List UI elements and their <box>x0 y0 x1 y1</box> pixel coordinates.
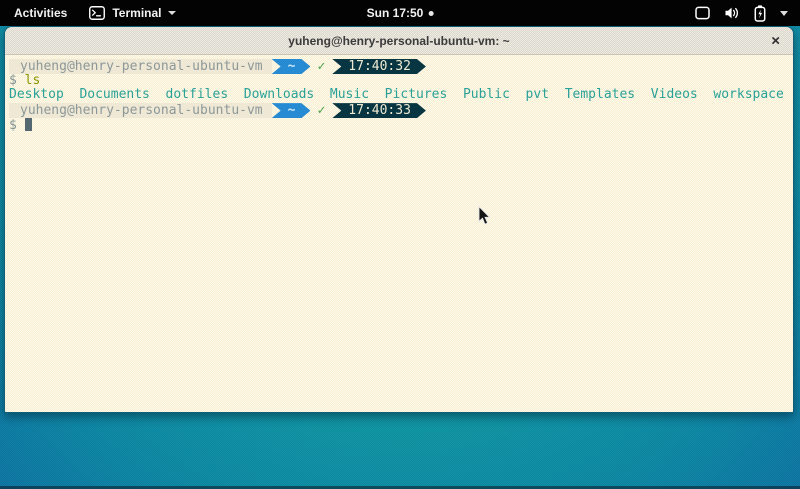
close-button[interactable]: × <box>771 33 780 48</box>
clock-button[interactable]: Sun 17:50 <box>367 6 434 20</box>
volume-icon <box>724 6 740 20</box>
notification-dot <box>428 11 433 16</box>
prompt-status-check-icon: ✓ <box>310 103 332 118</box>
top-bar: Activities Terminal Sun 17:50 <box>0 0 800 26</box>
terminal-app-icon <box>89 6 105 20</box>
display-icon <box>695 6 710 20</box>
prompt-user: yuheng@henry-personal-ubuntu-vm <box>9 103 272 118</box>
window-titlebar[interactable]: yuheng@henry-personal-ubuntu-vm: ~ × <box>5 27 793 55</box>
prompt-user: yuheng@henry-personal-ubuntu-vm <box>9 59 272 74</box>
prompt-status-check-icon: ✓ <box>310 59 332 74</box>
mouse-cursor-icon <box>478 206 493 232</box>
input-line[interactable]: $ <box>9 118 793 133</box>
prompt-time-segment: 17:40:32 <box>332 59 426 74</box>
prompt-line: yuheng@henry-personal-ubuntu-vm ~ ✓ 17:4… <box>9 59 793 74</box>
activities-button[interactable]: Activities <box>10 4 71 22</box>
prompt-dollar: $ <box>9 118 17 133</box>
prompt-line: yuheng@henry-personal-ubuntu-vm ~ ✓ 17:4… <box>9 103 793 118</box>
window-title: yuheng@henry-personal-ubuntu-vm: ~ <box>288 34 509 48</box>
prompt-dollar: $ <box>9 73 17 88</box>
ls-output: Desktop Documents dotfiles Downloads Mus… <box>9 88 793 103</box>
prompt-time-segment: 17:40:33 <box>332 103 426 118</box>
battery-charging-icon <box>754 5 766 22</box>
command-line: $ ls <box>9 74 793 89</box>
prompt-path-segment: ~ <box>272 59 311 74</box>
system-status-area[interactable] <box>695 5 788 22</box>
command-text: ls <box>25 73 41 88</box>
terminal-window: yuheng@henry-personal-ubuntu-vm: ~ × yuh… <box>4 26 794 413</box>
chevron-down-icon <box>780 11 788 16</box>
clock-label: Sun 17:50 <box>367 6 424 20</box>
prompt-path-segment: ~ <box>272 103 311 118</box>
app-menu-terminal[interactable]: Terminal <box>89 6 176 20</box>
chevron-down-icon <box>168 11 176 15</box>
app-menu-label: Terminal <box>112 6 161 20</box>
terminal-cursor <box>25 118 33 131</box>
terminal-content[interactable]: yuheng@henry-personal-ubuntu-vm ~ ✓ 17:4… <box>5 55 793 413</box>
desktop: Activities Terminal Sun 17:50 <box>0 0 800 489</box>
